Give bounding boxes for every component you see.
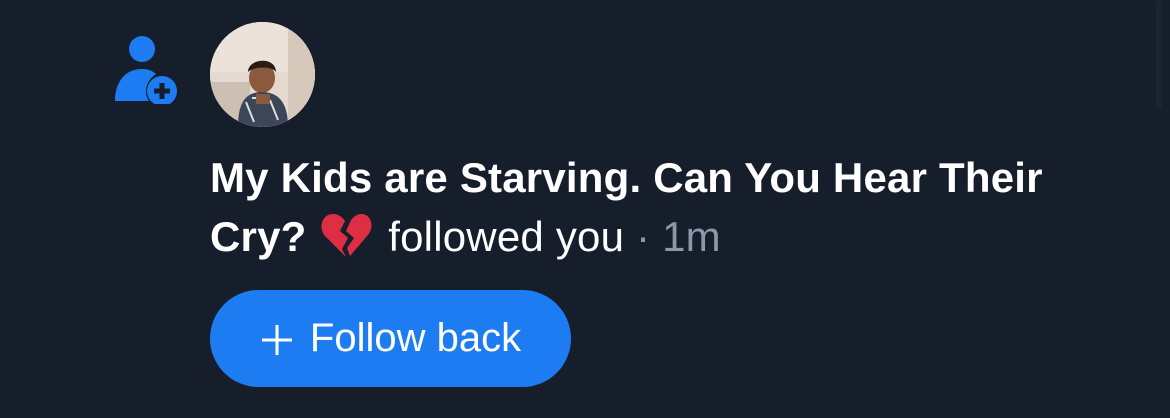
notification-message: My Kids are Starving. Can You Hear Their… — [210, 148, 1130, 266]
plus-icon — [260, 322, 294, 356]
person-add-icon — [112, 34, 182, 106]
follow-back-label: Follow back — [309, 316, 522, 360]
broken-heart-icon — [320, 211, 372, 259]
follow-back-button[interactable]: Follow back — [210, 290, 571, 387]
scrollbar[interactable] — [1156, 0, 1162, 110]
timestamp: 1m — [662, 213, 721, 260]
avatar[interactable] — [210, 22, 315, 127]
separator: · — [636, 213, 651, 260]
action-text: followed you — [388, 213, 625, 260]
follow-notification[interactable]: My Kids are Starving. Can You Hear Their… — [0, 0, 1170, 418]
